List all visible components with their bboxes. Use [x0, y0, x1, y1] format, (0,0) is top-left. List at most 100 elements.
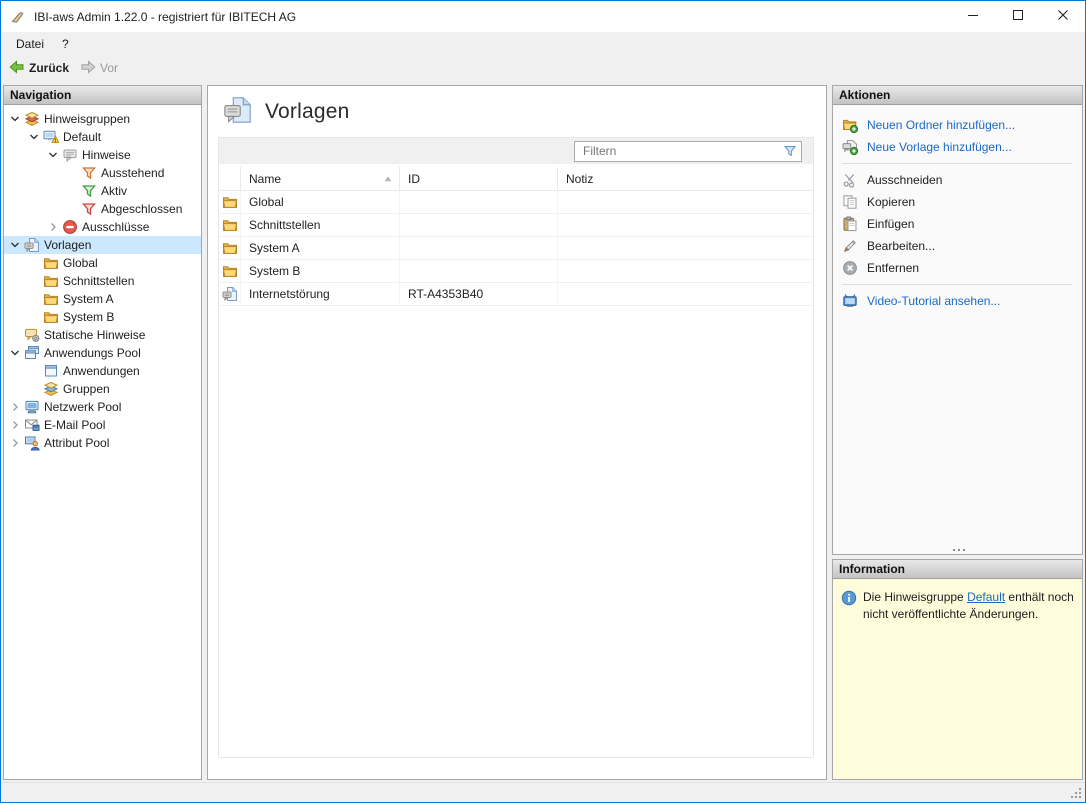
navigation-panel: Navigation HinweisgruppenDefaultHinweise… — [3, 85, 202, 780]
minimize-button[interactable] — [950, 1, 995, 32]
table-row[interactable]: System A — [219, 237, 813, 260]
nav-tree-item-hinweise[interactable]: Hinweise — [4, 146, 201, 164]
folder-icon — [42, 309, 60, 325]
folder-icon — [219, 191, 241, 213]
action-kopieren[interactable]: Kopieren — [833, 191, 1082, 213]
default-group-link[interactable]: Default — [967, 590, 1005, 604]
nav-tree-item-statische-hinweise[interactable]: Statische Hinweise — [4, 326, 201, 344]
nav-tree-item-system-b[interactable]: System B — [4, 308, 201, 326]
attribute-pool-icon — [23, 435, 41, 451]
column-header-notiz[interactable]: Notiz — [558, 167, 813, 190]
cell-name: Internetstörung — [241, 283, 400, 305]
column-header-id[interactable]: ID — [400, 167, 558, 190]
edit-icon — [842, 238, 858, 254]
forward-button[interactable]: Vor — [77, 57, 124, 80]
nav-tree-item-e-mail-pool[interactable]: E-Mail Pool — [4, 416, 201, 434]
column-header-name[interactable]: Name — [241, 167, 400, 190]
folder-icon — [42, 255, 60, 271]
chevron-expanded-icon[interactable] — [7, 237, 23, 253]
action-bearbeiten[interactable]: Bearbeiten... — [833, 235, 1082, 257]
nav-tree-item-aktiv[interactable]: Aktiv — [4, 182, 201, 200]
nav-tree-item-gruppen[interactable]: Gruppen — [4, 380, 201, 398]
chevron-collapsed-icon[interactable] — [7, 399, 23, 415]
maximize-button[interactable] — [995, 1, 1040, 32]
back-button[interactable]: Zurück — [6, 57, 75, 80]
nav-tree-item-anwendungen[interactable]: Anwendungen — [4, 362, 201, 380]
nav-tree-label: Schnittstellen — [60, 274, 138, 288]
column-header-icon[interactable] — [219, 167, 241, 190]
nav-tree-item-global[interactable]: Global — [4, 254, 201, 272]
application-icon — [42, 363, 60, 379]
filter-funnel-icon[interactable] — [782, 143, 798, 159]
menu-bar: Datei ? — [1, 32, 1085, 55]
application-pool-icon — [23, 345, 41, 361]
forward-label: Vor — [100, 61, 118, 75]
menu-datei[interactable]: Datei — [7, 35, 53, 53]
action-label: Video-Tutorial ansehen... — [867, 294, 1000, 308]
table-body: GlobalSchnittstellenSystem ASystem BInte… — [219, 191, 813, 306]
close-icon — [1055, 7, 1071, 26]
chevron-expanded-icon[interactable] — [7, 111, 23, 127]
right-column: Aktionen Neuen Ordner hinzufügen... Neue … — [832, 85, 1083, 780]
menu-help[interactable]: ? — [53, 35, 78, 53]
table-header: Name ID Notiz — [219, 167, 813, 191]
action-ausschneiden[interactable]: Ausschneiden — [833, 169, 1082, 191]
chevron-expanded-icon[interactable] — [26, 129, 42, 145]
cell-notiz — [558, 191, 813, 213]
chevron-expanded-icon[interactable] — [7, 345, 23, 361]
chevron-expanded-icon[interactable] — [45, 147, 61, 163]
table-row[interactable]: Schnittstellen — [219, 214, 813, 237]
nav-tree-item-schnittstellen[interactable]: Schnittstellen — [4, 272, 201, 290]
nav-tree-item-default[interactable]: Default — [4, 128, 201, 146]
nav-tree-label: Anwendungen — [60, 364, 144, 378]
app-logo-icon — [10, 9, 26, 25]
nav-tree-item-anwendungs-pool[interactable]: Anwendungs Pool — [4, 344, 201, 362]
resize-grip[interactable] — [1079, 796, 1081, 798]
nav-tree-item-vorlagen[interactable]: Vorlagen — [4, 236, 201, 254]
panel-resize-grip[interactable] — [958, 549, 960, 551]
action-label: Einfügen — [867, 217, 914, 231]
nav-tree-label: Statische Hinweise — [41, 328, 149, 342]
filter-input[interactable] — [575, 144, 782, 158]
nav-tree-item-ausschl-sse[interactable]: Ausschlüsse — [4, 218, 201, 236]
action-entfernen[interactable]: Entfernen — [833, 257, 1082, 279]
information-header: Information — [833, 560, 1082, 579]
close-button[interactable] — [1040, 1, 1085, 32]
folder-icon — [42, 291, 60, 307]
cell-name: System B — [241, 260, 400, 282]
table-row[interactable]: InternetstörungRT-A4353B40 — [219, 283, 813, 306]
nav-tree-label: Ausschlüsse — [79, 220, 153, 234]
nav-tree-item-attribut-pool[interactable]: Attribut Pool — [4, 434, 201, 452]
action-neue-vorlage-hinzuf-gen[interactable]: Neue Vorlage hinzufügen... — [833, 136, 1082, 158]
cell-id — [400, 214, 558, 236]
action-label: Neuen Ordner hinzufügen... — [867, 118, 1015, 132]
funnel-pending-icon — [80, 165, 98, 181]
cut-icon — [842, 172, 858, 188]
minimize-icon — [965, 7, 981, 26]
nav-tree-label: E-Mail Pool — [41, 418, 109, 432]
groups-icon — [42, 381, 60, 397]
nav-tree-item-netzwerk-pool[interactable]: Netzwerk Pool — [4, 398, 201, 416]
chevron-collapsed-icon[interactable] — [45, 219, 61, 235]
nav-tree-label: Global — [60, 256, 102, 270]
nav-tree-item-ausstehend[interactable]: Ausstehend — [4, 164, 201, 182]
nav-tree-item-abgeschlossen[interactable]: Abgeschlossen — [4, 200, 201, 218]
templates-list-box: Name ID Notiz GlobalSchnittstellenSystem… — [218, 137, 814, 758]
main-area: Navigation HinweisgruppenDefaultHinweise… — [1, 81, 1085, 782]
actions-separator — [842, 163, 1072, 164]
table-row[interactable]: Global — [219, 191, 813, 214]
chevron-collapsed-icon[interactable] — [7, 417, 23, 433]
actions-header: Aktionen — [833, 86, 1082, 105]
filter-bar — [219, 138, 813, 164]
chevron-collapsed-icon[interactable] — [7, 435, 23, 451]
nav-tree-item-system-a[interactable]: System A — [4, 290, 201, 308]
nav-tree-label: Vorlagen — [41, 238, 95, 252]
nav-tree-item-hinweisgruppen[interactable]: Hinweisgruppen — [4, 110, 201, 128]
nav-tree-label: Gruppen — [60, 382, 114, 396]
action-neuen-ordner-hinzuf-gen[interactable]: Neuen Ordner hinzufügen... — [833, 114, 1082, 136]
nav-tree-label: Hinweisgruppen — [41, 112, 134, 126]
action-video-tutorial-ansehen[interactable]: Video-Tutorial ansehen... — [833, 290, 1082, 312]
action-einf-gen[interactable]: Einfügen — [833, 213, 1082, 235]
cell-notiz — [558, 260, 813, 282]
table-row[interactable]: System B — [219, 260, 813, 283]
